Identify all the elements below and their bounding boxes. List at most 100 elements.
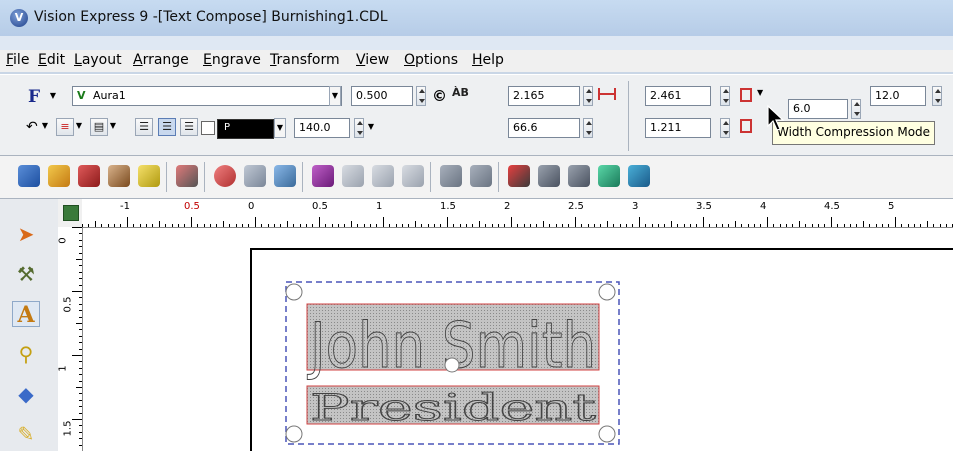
resize-handle-bl[interactable] [285, 425, 303, 443]
y-position-spinner[interactable] [720, 118, 730, 138]
resize-handle-tr[interactable] [598, 283, 616, 301]
toolbar-separator [302, 162, 303, 192]
ruler-tick [274, 224, 275, 227]
app-icon[interactable]: V [10, 9, 28, 27]
font-type-dropdown-icon[interactable]: ▼ [48, 87, 58, 107]
print-icon[interactable] [138, 165, 160, 187]
ruler-tick [594, 224, 595, 227]
menu-engrave[interactable]: Engrave [203, 52, 261, 68]
angle-dropdown-icon[interactable]: ▼ [366, 118, 376, 138]
align-right-icon[interactable]: ☰ [180, 118, 198, 136]
spacing-field[interactable]: 6.0 [788, 99, 848, 119]
compression-field[interactable]: 66.6 [508, 118, 580, 138]
width-field[interactable]: 2.165 [508, 86, 580, 106]
menu-help[interactable]: Help [472, 52, 504, 68]
ruler-tick [869, 224, 871, 227]
align-left-icon[interactable]: ☰ [135, 118, 153, 136]
angle-spinner[interactable] [354, 118, 364, 138]
fill-style-icon[interactable]: ▤ [90, 118, 108, 136]
size-field[interactable]: 12.0 [870, 86, 926, 106]
ruler-tick [427, 224, 429, 227]
menu-transform[interactable]: Transform [270, 52, 340, 68]
frame-dropdown-icon[interactable]: ▼ [757, 88, 763, 97]
menu-arrange[interactable]: Arrange [133, 52, 189, 68]
shape-tool-icon[interactable]: ◆ [12, 381, 40, 407]
ruler-tick [510, 217, 512, 227]
undo-icon[interactable]: ↶ [26, 119, 38, 135]
frame-icon[interactable] [740, 88, 752, 102]
weld-icon[interactable] [440, 165, 462, 187]
resize-handle-tl[interactable] [285, 283, 303, 301]
size-spinner[interactable] [932, 86, 942, 106]
character-map-icon[interactable]: ÀB [452, 86, 469, 99]
ruler-tick [907, 224, 909, 227]
pen-tool-icon[interactable]: ✎ [12, 421, 40, 447]
color-dropdown-icon[interactable]: ▼ [274, 118, 286, 138]
menu-view[interactable]: View [356, 52, 389, 68]
fill-style-dropdown-icon[interactable]: ▼ [108, 117, 118, 137]
copyright-icon[interactable]: © [432, 87, 447, 105]
ruler-tick [79, 278, 82, 279]
undo-dropdown-icon[interactable]: ▼ [40, 117, 50, 137]
color-picker[interactable]: P [217, 119, 274, 139]
new-file-icon[interactable] [18, 165, 40, 187]
height-spinner[interactable] [416, 86, 426, 106]
align-icon[interactable] [342, 165, 364, 187]
cutter-icon[interactable] [568, 165, 590, 187]
x-position-spinner[interactable] [720, 86, 730, 106]
width-icon[interactable] [598, 88, 616, 100]
select-arrow-icon[interactable]: ➤ [12, 221, 40, 247]
frame-height-icon[interactable] [740, 119, 752, 133]
ruler-tick [530, 224, 531, 227]
zoom-icon[interactable]: ⚲ [12, 341, 40, 367]
preview-icon[interactable] [274, 165, 296, 187]
ruler-label: 1.5 [62, 420, 74, 437]
spacing-spinner[interactable] [851, 99, 861, 119]
ruler-label: 0.5 [184, 201, 200, 212]
menu-layout[interactable]: Layout [74, 52, 122, 68]
open-file-icon[interactable] [48, 165, 70, 187]
mirror-icon[interactable] [402, 165, 424, 187]
width-spinner[interactable] [583, 86, 593, 106]
group-icon[interactable] [312, 165, 334, 187]
ruler-tick [299, 224, 301, 227]
engrave-icon[interactable] [176, 165, 198, 187]
tool-path-icon[interactable] [538, 165, 560, 187]
menu-file[interactable]: File [6, 52, 29, 68]
text-object[interactable]: John Smith President [280, 280, 625, 451]
node-edit-icon[interactable]: ⚒ [12, 261, 40, 287]
align-center-icon[interactable]: ☰ [158, 118, 176, 136]
break-icon[interactable] [470, 165, 492, 187]
font-type-icon[interactable]: F [28, 87, 40, 107]
redo-icon[interactable] [244, 165, 266, 187]
font-name-field[interactable]: V Aura1 [72, 86, 342, 106]
line-style-icon[interactable]: ≡ [56, 118, 74, 136]
ruler-tick [261, 224, 263, 227]
fill-checkbox[interactable] [201, 121, 215, 135]
resize-handle-br[interactable] [598, 425, 616, 443]
distribute-icon[interactable] [372, 165, 394, 187]
ruler-corner[interactable] [58, 199, 82, 227]
height-field[interactable]: 0.500 [351, 86, 413, 106]
machine-icon[interactable] [628, 165, 650, 187]
ruler-tick [862, 221, 864, 227]
delete-tool-icon[interactable] [508, 165, 530, 187]
undo-icon-large[interactable] [214, 165, 236, 187]
menu-edit[interactable]: Edit [38, 52, 65, 68]
y-position-field[interactable]: 1.211 [645, 118, 711, 138]
ruler-tick [779, 224, 781, 227]
eraser-icon[interactable] [598, 165, 620, 187]
angle-field[interactable]: 140.0 [294, 118, 350, 138]
ruler-tick [165, 224, 167, 227]
compression-spinner[interactable] [583, 118, 593, 138]
menu-options[interactable]: Options [404, 52, 458, 68]
center-handle[interactable] [444, 357, 460, 373]
text-tool-icon[interactable]: A [12, 301, 40, 328]
font-dropdown-icon[interactable]: ▼ [329, 86, 341, 106]
import-icon[interactable] [108, 165, 130, 187]
save-icon[interactable] [78, 165, 100, 187]
ruler-tick [414, 221, 416, 227]
ruler-tick [203, 224, 205, 227]
x-position-field[interactable]: 2.461 [645, 86, 711, 106]
line-style-dropdown-icon[interactable]: ▼ [74, 117, 84, 137]
